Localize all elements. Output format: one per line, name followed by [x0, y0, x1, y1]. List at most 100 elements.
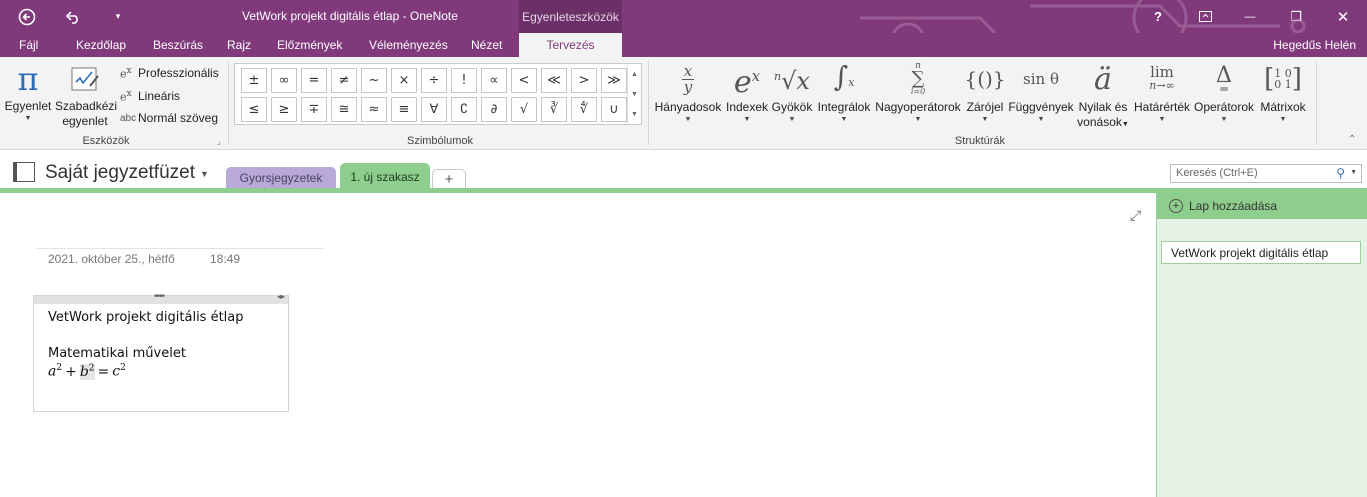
ribbon: π Egyenlet ▼ Szabadkézi egyenlet ex Prof…	[0, 57, 1367, 150]
add-page-label: Lap hozzáadása	[1189, 199, 1278, 213]
page-list-item[interactable]: VetWork projekt digitális étlap	[1161, 241, 1361, 264]
notebook-name[interactable]: Saját jegyzetfüzet	[45, 162, 195, 184]
ink-equation-button[interactable]: Szabadkézi egyenlet	[55, 61, 118, 129]
chevron-down-icon: ▼	[1037, 116, 1045, 123]
resize-arrows-icon[interactable]: ◂▸	[277, 292, 285, 301]
group-divider	[1316, 61, 1317, 145]
back-button[interactable]	[14, 0, 40, 33]
note-drag-handle[interactable]: •••• ◂▸	[34, 291, 288, 304]
collapse-ribbon-button[interactable]: ⌃	[1348, 134, 1356, 145]
symbol-button[interactable]: ∀	[421, 97, 447, 122]
symbol-button[interactable]: ≅	[331, 97, 357, 122]
note-title-text[interactable]: VetWork projekt digitális étlap	[48, 310, 244, 325]
chevron-down-icon: ▼	[914, 116, 922, 123]
symbol-button[interactable]: ±	[241, 68, 267, 93]
symbol-button[interactable]: ≈	[361, 97, 387, 122]
symbol-button[interactable]: √	[511, 97, 537, 122]
radical-button[interactable]: n√x Gyökök ▼	[770, 61, 814, 125]
symbol-button[interactable]: ≪	[541, 68, 567, 93]
note-container[interactable]: •••• ◂▸ VetWork projekt digitális étlap …	[33, 291, 289, 412]
limit-icon: lim n→∞	[1149, 63, 1175, 93]
symbol-button[interactable]: ∛	[541, 97, 567, 122]
equation-button[interactable]: π Egyenlet ▼	[4, 61, 52, 124]
tab-file[interactable]: Fájl	[19, 38, 38, 52]
gallery-more-button[interactable]: ▼	[627, 105, 641, 124]
accent-button[interactable]: ä Nyilak és vonások▼	[1074, 61, 1132, 132]
search-icon[interactable]: ⚲	[1336, 166, 1345, 180]
help-button[interactable]: ?	[1146, 0, 1170, 33]
professional-button[interactable]: ex Professzionális	[120, 65, 219, 81]
bracket-button[interactable]: {()} Zárójel ▼	[962, 61, 1008, 125]
gallery-scroll-down-button[interactable]: ▼	[627, 85, 641, 104]
symbol-button[interactable]: >	[571, 68, 597, 93]
tab-review[interactable]: Véleményezés	[369, 38, 448, 52]
undo-icon	[65, 10, 78, 24]
normal-text-button[interactable]: abc Normál szöveg	[120, 111, 218, 125]
user-account[interactable]: Hegedűs Helén	[1273, 38, 1356, 52]
equation[interactable]: a2 + b2 = c2	[48, 363, 126, 380]
tab-history[interactable]: Előzmények	[277, 38, 342, 52]
expand-page-icon[interactable]: ⤢	[1130, 207, 1141, 224]
symbol-button[interactable]: ∂	[481, 97, 507, 122]
operator-icon: Δ ═	[1216, 63, 1232, 96]
symbol-button[interactable]: ∝	[481, 68, 507, 93]
symbol-button[interactable]: ≤	[241, 97, 267, 122]
ribbon-display-options-button[interactable]	[1193, 0, 1217, 33]
symbol-button[interactable]: ≠	[331, 68, 357, 93]
search-input[interactable]: Keresés (Ctrl+E) ⚲ ▼	[1170, 164, 1362, 183]
accent-icon: ä	[1094, 61, 1112, 97]
script-button[interactable]: ex Indexek ▼	[724, 61, 770, 125]
tab-home[interactable]: Kezdőlap	[76, 38, 126, 52]
professional-label: Professzionális	[138, 65, 219, 80]
restore-button[interactable]: ❐	[1284, 0, 1308, 33]
tab-view[interactable]: Nézet	[471, 38, 502, 52]
section-tab-quick-notes[interactable]: Gyorsjegyzetek	[226, 167, 336, 188]
symbol-button[interactable]: ×	[391, 68, 417, 93]
add-section-button[interactable]: +	[432, 169, 466, 188]
linear-button[interactable]: ex Lineáris	[120, 88, 180, 104]
symbol-button[interactable]: =	[301, 68, 327, 93]
quick-access-dropdown[interactable]: ▾	[108, 0, 128, 33]
operator-button[interactable]: Δ ═ Operátorok ▼	[1192, 61, 1256, 125]
symbol-button[interactable]: ∓	[301, 97, 327, 122]
fraction-button[interactable]: xy Hányadosok ▼	[652, 61, 724, 125]
tab-design[interactable]: Tervezés	[519, 33, 622, 57]
group-label-symbols: Szimbólumok	[406, 135, 474, 147]
chevron-down-icon[interactable]: ▼	[200, 169, 209, 179]
symbol-button[interactable]: ~	[361, 68, 387, 93]
symbol-button[interactable]: ∜	[571, 97, 597, 122]
symbol-button[interactable]: ≫	[601, 68, 627, 93]
minimize-button[interactable]: —	[1238, 0, 1262, 33]
symbol-button[interactable]: ∞	[271, 68, 297, 93]
chevron-down-icon: ▼	[743, 116, 751, 123]
function-button[interactable]: sin θ Függvények ▼	[1008, 61, 1074, 125]
ink-equation-label-1: Szabadkézi	[55, 99, 118, 113]
chevron-down-icon[interactable]: ▼	[1350, 169, 1357, 176]
note-heading-text[interactable]: Matematikai művelet	[48, 346, 186, 361]
integral-button[interactable]: ∫x Integrálok ▼	[814, 61, 874, 125]
limit-button[interactable]: lim n→∞ Határérték ▼	[1132, 61, 1192, 125]
symbol-button[interactable]: !	[451, 68, 477, 93]
matrix-button[interactable]: [1 00 1] Mátrixok ▼	[1256, 61, 1310, 125]
dialog-launcher-icon[interactable]: ⌟	[217, 137, 221, 146]
symbol-button[interactable]: ∪	[601, 97, 627, 122]
section-tab-new-section[interactable]: 1. új szakasz	[340, 163, 430, 191]
tab-insert[interactable]: Beszúrás	[153, 38, 203, 52]
close-button[interactable]: ✕	[1330, 0, 1356, 33]
symbol-button[interactable]: ∁	[451, 97, 477, 122]
function-icon: sin θ	[1023, 69, 1059, 88]
ink-equation-icon	[71, 67, 99, 91]
add-page-button[interactable]: + Lap hozzáadása	[1157, 193, 1367, 219]
large-operator-button[interactable]: n ∑ i=0 Nagyoperátorok ▼	[874, 61, 962, 125]
undo-button[interactable]	[60, 0, 86, 33]
symbol-button[interactable]: <	[511, 68, 537, 93]
chevron-down-icon: ▼	[788, 116, 796, 123]
group-label-structures: Struktúrák	[954, 135, 1006, 147]
chevron-down-icon: ▼	[1158, 116, 1166, 123]
symbol-button[interactable]: ≥	[271, 97, 297, 122]
symbol-button[interactable]: ÷	[421, 68, 447, 93]
symbol-button[interactable]: ≡	[391, 97, 417, 122]
gallery-scroll-up-button[interactable]: ▲	[627, 65, 641, 84]
tab-draw[interactable]: Rajz	[227, 38, 251, 52]
equation-tools-context-label: Egyenleteszközök	[519, 0, 622, 33]
